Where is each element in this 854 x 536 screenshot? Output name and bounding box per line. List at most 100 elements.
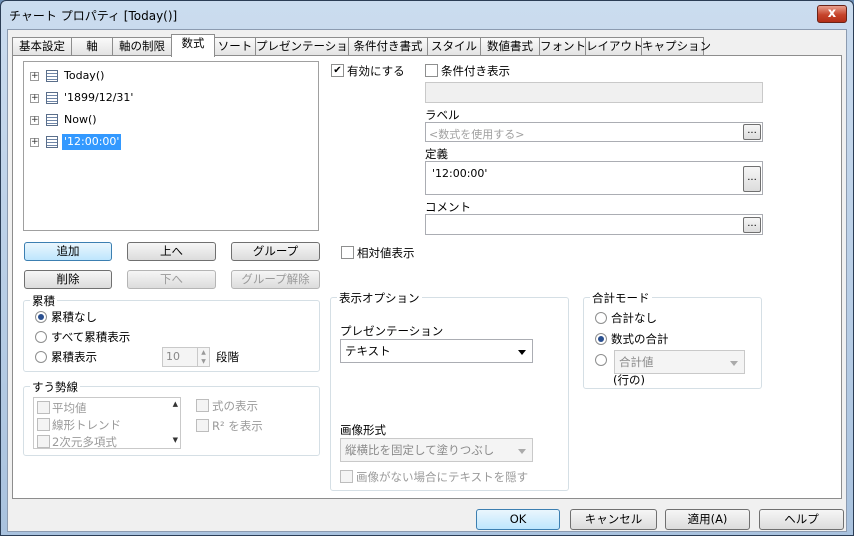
expand-icon[interactable]: + — [30, 94, 39, 103]
tab-conditional-format[interactable]: 条件付き書式 — [348, 37, 428, 56]
dialog-client: 基本設定 軸 軸の制限 数式 ソート プレゼンテーション 条件付き書式 スタイル… — [7, 29, 847, 532]
help-button[interactable]: ヘルプ — [759, 509, 844, 530]
accumulation-group: 累積 累積なし すべて累積表示 累積表示 10 ▲ ▼ 段階 — [23, 293, 320, 372]
label-placeholder: <数式を使用する> — [429, 128, 525, 141]
total-value-radio[interactable] — [595, 354, 607, 366]
ok-button[interactable]: OK — [476, 509, 560, 530]
total-value: 合計値 — [619, 355, 654, 369]
down-button[interactable]: 下へ — [127, 270, 216, 289]
image-format-label: 画像形式 — [340, 423, 386, 437]
ungroup-button[interactable]: グループ解除 — [231, 270, 320, 289]
display-options-group: 表示オプション プレゼンテーション テキスト 画像形式 縦横比を固定して塗りつぶ… — [330, 290, 569, 491]
polynomial-label: 2次元多項式 — [52, 435, 117, 449]
expand-icon[interactable]: + — [30, 116, 39, 125]
image-format-value: 縦横比を固定して塗りつぶし — [345, 443, 495, 457]
definition-input[interactable]: '12:00:00' ... — [425, 161, 763, 195]
tab-sort[interactable]: ソート — [214, 37, 256, 56]
hide-text-checkbox[interactable] — [340, 470, 353, 483]
polynomial-checkbox[interactable] — [37, 435, 50, 448]
presentation-value: テキスト — [345, 344, 391, 358]
dialog-window: チャート プロパティ [Today()] x 基本設定 軸 軸の制限 数式 ソー… — [0, 0, 854, 536]
apply-button[interactable]: 適用(A) — [665, 509, 750, 530]
tab-presentation[interactable]: プレゼンテーション — [255, 37, 359, 56]
accumulation-title: 累積 — [30, 293, 57, 309]
expand-icon[interactable]: + — [30, 72, 39, 81]
hide-text-label: 画像がない場合にテキストを隠す — [356, 470, 529, 484]
enable-label: 有効にする — [347, 64, 405, 78]
definition-value: '12:00:00' — [432, 167, 488, 180]
trendline-list[interactable]: 平均値 線形トレンド 2次元多項式 ▲ ▼ — [33, 397, 181, 449]
expression-icon — [46, 136, 58, 148]
full-accumulation-label: すべて累積表示 — [51, 330, 131, 344]
tab-caption[interactable]: キャプション — [641, 37, 711, 56]
no-total-radio[interactable] — [595, 312, 607, 324]
label-caption: ラベル — [425, 108, 460, 122]
image-format-select[interactable]: 縦横比を固定して塗りつぶし — [340, 438, 533, 462]
expressions-panel: + Today() + '1899/12/31' + Now() + '12:0… — [12, 55, 842, 499]
tab-style[interactable]: スタイル — [427, 37, 481, 56]
show-r2-checkbox[interactable] — [196, 419, 209, 432]
chevron-down-icon — [518, 449, 526, 454]
definition-edit-button[interactable]: ... — [743, 166, 761, 192]
expression-total-radio[interactable] — [595, 333, 607, 345]
up-button[interactable]: 上へ — [127, 242, 216, 261]
label-edit-button[interactable]: ... — [743, 124, 761, 140]
linear-checkbox[interactable] — [37, 418, 50, 431]
definition-caption: 定義 — [425, 147, 448, 161]
tab-axis-limits[interactable]: 軸の制限 — [112, 37, 172, 56]
add-button[interactable]: 追加 — [24, 242, 112, 261]
comment-input[interactable]: ... — [425, 214, 763, 235]
group-button[interactable]: グループ — [231, 242, 320, 261]
conditional-input[interactable] — [425, 82, 763, 103]
trendline-title: すう勢線 — [30, 379, 80, 395]
comment-edit-button[interactable]: ... — [743, 217, 761, 233]
conditional-checkbox[interactable] — [425, 64, 438, 77]
scroll-up-icon[interactable]: ▲ — [173, 400, 178, 408]
tab-layout[interactable]: レイアウト — [585, 37, 644, 56]
no-accumulation-radio[interactable] — [35, 311, 47, 323]
tab-number-format[interactable]: 数値書式 — [480, 37, 540, 56]
trendline-group: すう勢線 平均値 線形トレンド 2次元多項式 ▲ ▼ 式の表示 R² を表示 — [23, 379, 320, 456]
no-accumulation-label: 累積なし — [51, 310, 97, 324]
tab-axis[interactable]: 軸 — [71, 37, 113, 56]
steps-down-icon[interactable]: ▼ — [197, 357, 209, 366]
row-label: (行の) — [613, 373, 645, 387]
chevron-down-icon — [518, 350, 526, 355]
tree-item-label: Now() — [64, 113, 97, 126]
average-checkbox[interactable] — [37, 401, 50, 414]
expression-tree[interactable]: + Today() + '1899/12/31' + Now() + '12:0… — [23, 61, 319, 231]
cancel-button[interactable]: キャンセル — [570, 509, 657, 530]
average-label: 平均値 — [52, 401, 87, 415]
conditional-label: 条件付き表示 — [441, 64, 510, 78]
window-title: チャート プロパティ [Today()] — [9, 9, 178, 23]
steps-up-icon[interactable]: ▲ — [197, 348, 209, 357]
total-mode-group: 合計モード 合計なし 数式の合計 合計値 (行の) — [583, 290, 762, 389]
tab-expressions[interactable]: 数式 — [171, 34, 215, 57]
steps-stepper[interactable]: 10 ▲ ▼ — [162, 347, 210, 367]
full-accumulation-radio[interactable] — [35, 331, 47, 343]
enable-checkbox[interactable]: ✔ — [331, 64, 344, 77]
tree-item-label: '1899/12/31' — [64, 91, 134, 104]
title-bar[interactable]: チャート プロパティ [Today()] x — [1, 1, 853, 29]
no-total-label: 合計なし — [611, 311, 657, 325]
show-formula-checkbox[interactable] — [196, 399, 209, 412]
presentation-select[interactable]: テキスト — [340, 339, 533, 363]
chevron-down-icon — [730, 361, 738, 366]
close-button[interactable]: x — [817, 5, 847, 23]
total-mode-title: 合計モード — [590, 290, 652, 306]
tab-font[interactable]: フォント — [539, 37, 586, 56]
tree-item-label: '12:00:00' — [62, 134, 122, 150]
tab-basic[interactable]: 基本設定 — [12, 37, 72, 56]
relative-checkbox[interactable] — [341, 246, 354, 259]
relative-label: 相対値表示 — [357, 246, 415, 260]
scroll-down-icon[interactable]: ▼ — [173, 436, 178, 444]
expression-icon — [46, 70, 58, 82]
label-input[interactable]: <数式を使用する> ... — [425, 122, 763, 142]
delete-button[interactable]: 削除 — [24, 270, 112, 289]
accumulate-steps-radio[interactable] — [35, 351, 47, 363]
steps-label: 段階 — [216, 350, 239, 364]
total-value-select[interactable]: 合計値 — [614, 350, 745, 374]
expression-icon — [46, 92, 58, 104]
expand-icon[interactable]: + — [30, 138, 39, 147]
steps-value: 10 — [166, 350, 180, 363]
